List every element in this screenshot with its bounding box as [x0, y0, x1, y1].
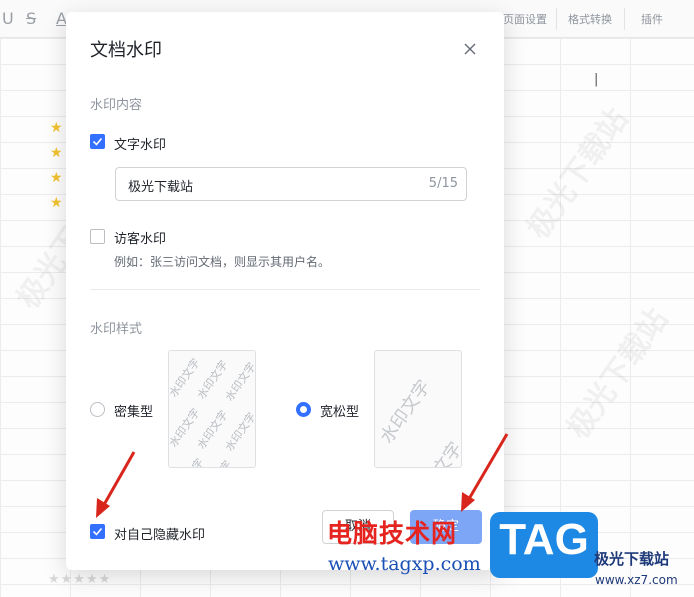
- brand-watermark-text: 电脑技术网: [327, 519, 458, 548]
- tag-logo-text: TAG: [499, 515, 589, 564]
- site-url-watermark: www.xz7.com: [595, 573, 678, 587]
- site-name-watermark: 极光下载站: [594, 550, 670, 568]
- brand-watermark-url: www.tagxp.com: [328, 553, 481, 575]
- red-arrow-right: [461, 433, 509, 512]
- red-arrow-left: [96, 451, 136, 518]
- annotation-arrows: [96, 433, 509, 518]
- tag-logo: TAG: [490, 512, 598, 578]
